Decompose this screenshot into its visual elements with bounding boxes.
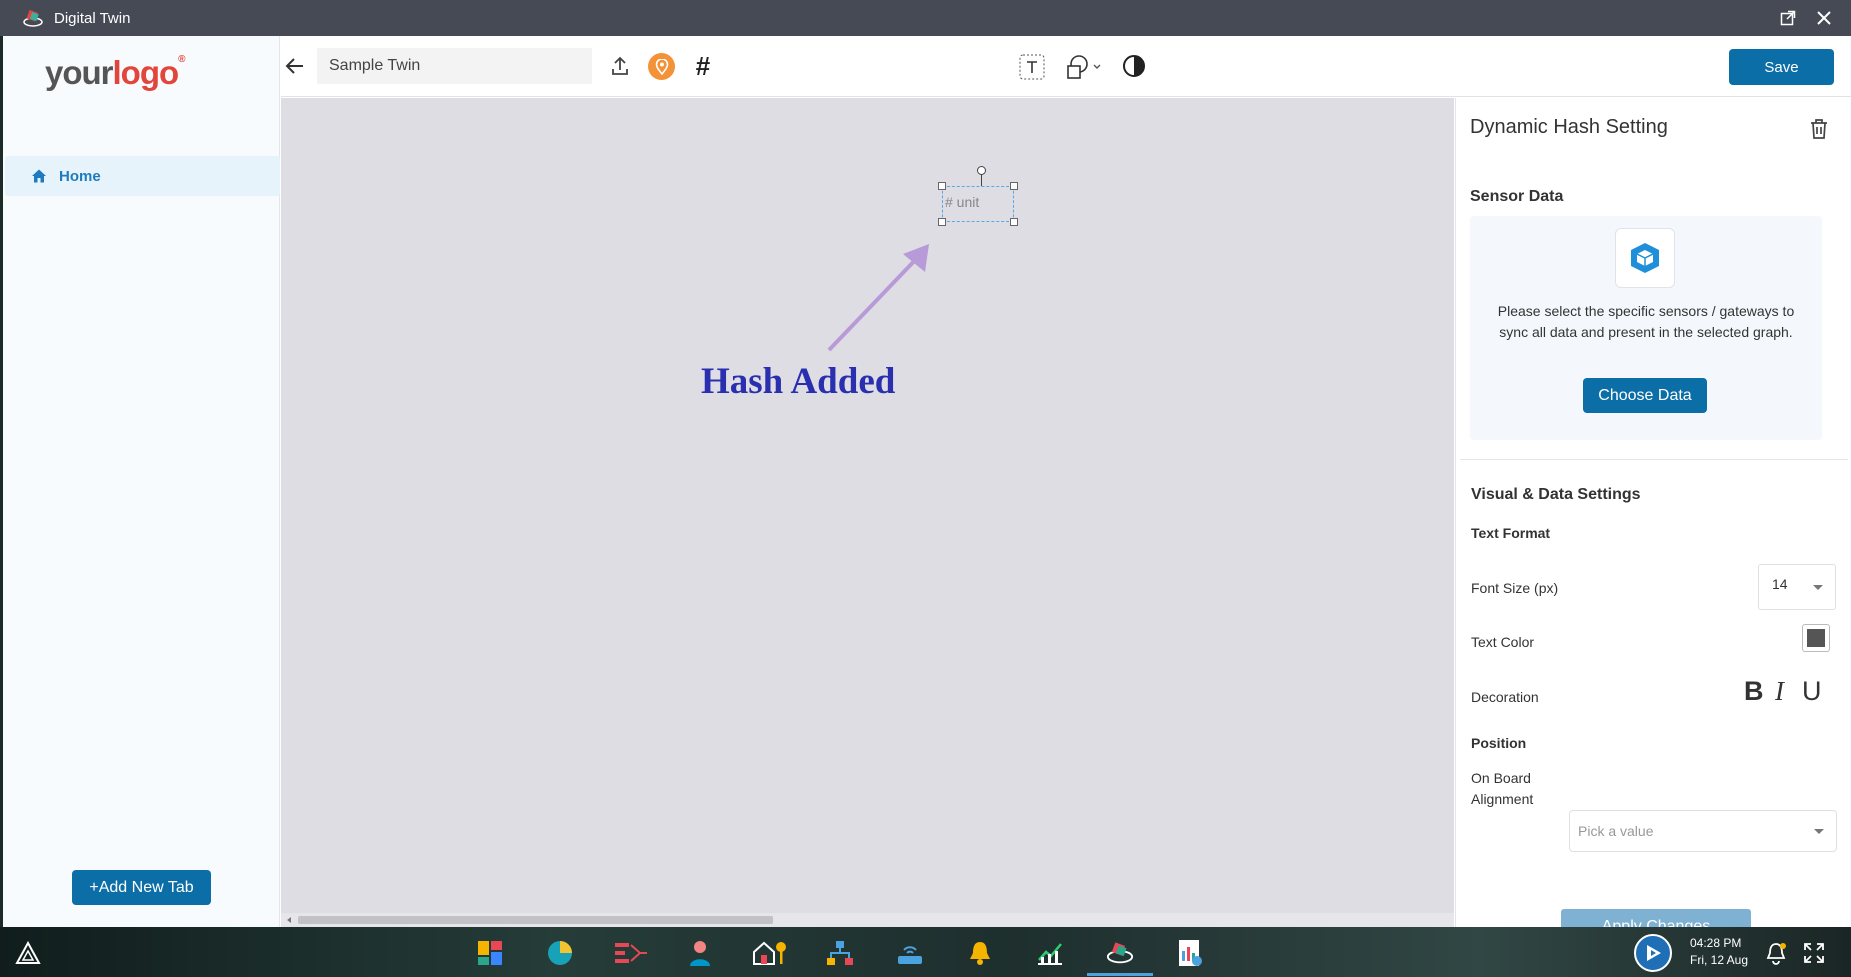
- close-window-icon[interactable]: [1812, 6, 1836, 30]
- sensor-data-heading: Sensor Data: [1470, 188, 1564, 205]
- taskbar: 04:28 PM Fri, 12 Aug: [0, 927, 1851, 977]
- sensor-data-box: Please select the specific sensors / gat…: [1470, 216, 1822, 440]
- resize-handle-bottom-left[interactable]: [938, 218, 946, 226]
- bold-button[interactable]: B: [1744, 676, 1764, 707]
- pie-chart-app-icon[interactable]: [546, 939, 574, 967]
- window-title: Digital Twin: [54, 9, 131, 27]
- fullscreen-icon[interactable]: [1800, 939, 1828, 967]
- resize-handle-bottom-right[interactable]: [1010, 218, 1018, 226]
- twin-name-input[interactable]: [317, 48, 592, 84]
- text-color-swatch[interactable]: [1802, 624, 1830, 652]
- company-logo: yourlogo®: [45, 54, 186, 92]
- popout-icon[interactable]: [1776, 6, 1800, 30]
- report-app-icon[interactable]: [1176, 939, 1204, 967]
- home-icon: [32, 169, 46, 183]
- hash-widget[interactable]: # unit: [942, 186, 1014, 222]
- chevron-down-icon: [1814, 829, 1824, 834]
- font-size-value: 14: [1772, 576, 1788, 592]
- alignment-select[interactable]: Pick a value: [1569, 810, 1837, 852]
- save-button[interactable]: Save: [1729, 49, 1834, 85]
- logo-registered: ®: [178, 54, 185, 65]
- position-heading: Position: [1471, 735, 1527, 751]
- font-size-select[interactable]: 14: [1758, 564, 1836, 610]
- text-tool-icon[interactable]: [1019, 54, 1045, 80]
- resize-handle-top-right[interactable]: [1010, 182, 1018, 190]
- gateway-app-icon[interactable]: [896, 939, 924, 967]
- choose-data-button[interactable]: Choose Data: [1583, 378, 1707, 413]
- digital-twin-app-icon: [23, 9, 43, 27]
- alignment-placeholder: Pick a value: [1578, 823, 1654, 839]
- twin-canvas[interactable]: # unit Hash Added: [281, 98, 1454, 927]
- text-color-label: Text Color: [1471, 634, 1535, 650]
- clock-time: 04:28 PM: [1690, 936, 1742, 950]
- add-new-tab-button[interactable]: +Add New Tab: [72, 870, 211, 905]
- trend-chart-app-icon[interactable]: [1036, 939, 1064, 967]
- visual-settings-heading: Visual & Data Settings: [1471, 486, 1641, 503]
- digital-twin-taskbar-icon[interactable]: [1106, 939, 1134, 967]
- sensor-instructions: Please select the specific sensors / gat…: [1497, 303, 1795, 340]
- shapes-tool-icon[interactable]: [1064, 53, 1104, 81]
- settings-panel: Dynamic Hash Setting Sensor Data Please …: [1455, 98, 1851, 945]
- taskbar-clock: 04:28 PM Fri, 12 Aug: [1690, 935, 1748, 969]
- annotation-arrow: [827, 244, 929, 352]
- hierarchy-app-icon[interactable]: [826, 939, 854, 967]
- home-key-app-icon[interactable]: [752, 939, 788, 967]
- notification-bell-icon[interactable]: [1762, 939, 1790, 967]
- sidebar-item-home[interactable]: Home: [5, 156, 280, 196]
- trash-icon[interactable]: [1808, 117, 1830, 141]
- workflow-app-icon[interactable]: [614, 939, 648, 967]
- hash-added-annotation: Hash Added: [701, 361, 896, 402]
- dashboard-app-icon[interactable]: [476, 939, 504, 967]
- underline-button[interactable]: U: [1802, 676, 1822, 707]
- panel-divider: [1460, 459, 1848, 460]
- text-color-fill: [1807, 629, 1825, 647]
- user-app-icon[interactable]: [686, 939, 714, 967]
- hash-tool-icon[interactable]: #: [690, 51, 716, 81]
- active-app-indicator: [1087, 973, 1153, 976]
- logo-text-logo: logo: [112, 54, 180, 91]
- chevron-down-icon: [1813, 585, 1823, 590]
- scroll-left-icon[interactable]: [285, 916, 293, 924]
- rotate-handle[interactable]: [977, 166, 986, 175]
- app-frame: yourlogo® Home +Add New Tab # Save: [3, 36, 1851, 945]
- launcher-icon[interactable]: [14, 939, 42, 967]
- assistant-app-icon[interactable]: [1634, 934, 1672, 972]
- sidebar: yourlogo® Home +Add New Tab: [3, 36, 280, 927]
- sidebar-item-home-label: Home: [59, 167, 101, 185]
- alignment-label-line2: Alignment: [1471, 791, 1534, 807]
- alignment-label-line1: On Board: [1471, 770, 1531, 786]
- contrast-icon[interactable]: [1121, 53, 1147, 79]
- font-size-label: Font Size (px): [1471, 580, 1559, 596]
- decoration-label: Decoration: [1471, 689, 1539, 705]
- clock-date: Fri, 12 Aug: [1690, 953, 1749, 967]
- location-pin-icon[interactable]: [648, 53, 675, 80]
- scrollbar-thumb[interactable]: [298, 916, 773, 924]
- bell-app-icon[interactable]: [966, 939, 994, 967]
- resize-handle-top-left[interactable]: [938, 182, 946, 190]
- canvas-horizontal-scrollbar[interactable]: [281, 913, 1454, 927]
- logo-text-your: your: [45, 54, 114, 91]
- italic-button[interactable]: I: [1775, 676, 1784, 707]
- text-format-heading: Text Format: [1471, 525, 1551, 541]
- sensor-cube-icon: [1615, 228, 1675, 288]
- editor-toolbar: # Save: [281, 36, 1851, 97]
- upload-icon[interactable]: [607, 53, 633, 79]
- window-titlebar: Digital Twin: [0, 0, 1851, 36]
- back-arrow-icon[interactable]: [283, 54, 307, 78]
- panel-title: Dynamic Hash Setting: [1470, 116, 1668, 138]
